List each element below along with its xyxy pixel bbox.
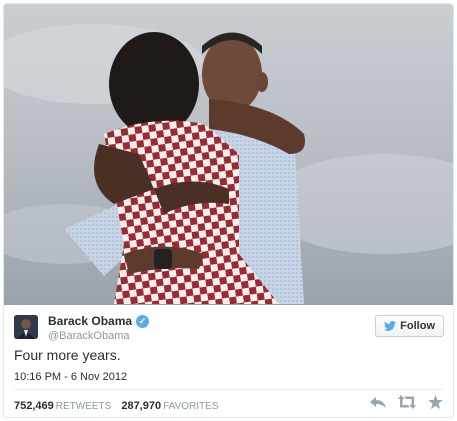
retweet-icon[interactable] (398, 395, 416, 414)
verified-badge-icon: ✓ (136, 314, 150, 328)
tweet-card: Barack Obama ✓ @BarackObama Follow Four … (3, 3, 454, 418)
retweets-stat[interactable]: 752,469 RETWEETS (14, 400, 111, 412)
retweets-count: 752,469 (14, 400, 54, 412)
star-icon[interactable] (428, 395, 443, 414)
user-name[interactable]: Barack Obama (48, 314, 132, 328)
retweets-label: RETWEETS (55, 401, 112, 412)
favorites-label: FAVORITES (163, 401, 219, 412)
tweet-photo[interactable] (4, 4, 453, 305)
reply-icon[interactable] (370, 395, 386, 414)
tweet-text: Four more years. (14, 347, 121, 363)
avatar[interactable] (14, 315, 38, 339)
follow-button[interactable]: Follow (375, 315, 444, 337)
twitter-bird-icon (384, 321, 397, 331)
follow-label: Follow (400, 320, 435, 332)
tweet-details: Barack Obama ✓ @BarackObama Follow Four … (4, 305, 453, 417)
tweet-stats: 752,469 RETWEETS 287,970 FAVORITES (14, 400, 218, 412)
user-name-row: Barack Obama ✓ (48, 314, 150, 328)
divider (14, 389, 443, 390)
tweet-actions (370, 395, 443, 414)
tweet-timestamp[interactable]: 10:16 PM - 6 Nov 2012 (14, 371, 127, 383)
user-handle[interactable]: @BarackObama (48, 330, 129, 342)
favorites-count: 287,970 (121, 400, 162, 412)
favorites-stat[interactable]: 287,970 FAVORITES (121, 400, 218, 412)
